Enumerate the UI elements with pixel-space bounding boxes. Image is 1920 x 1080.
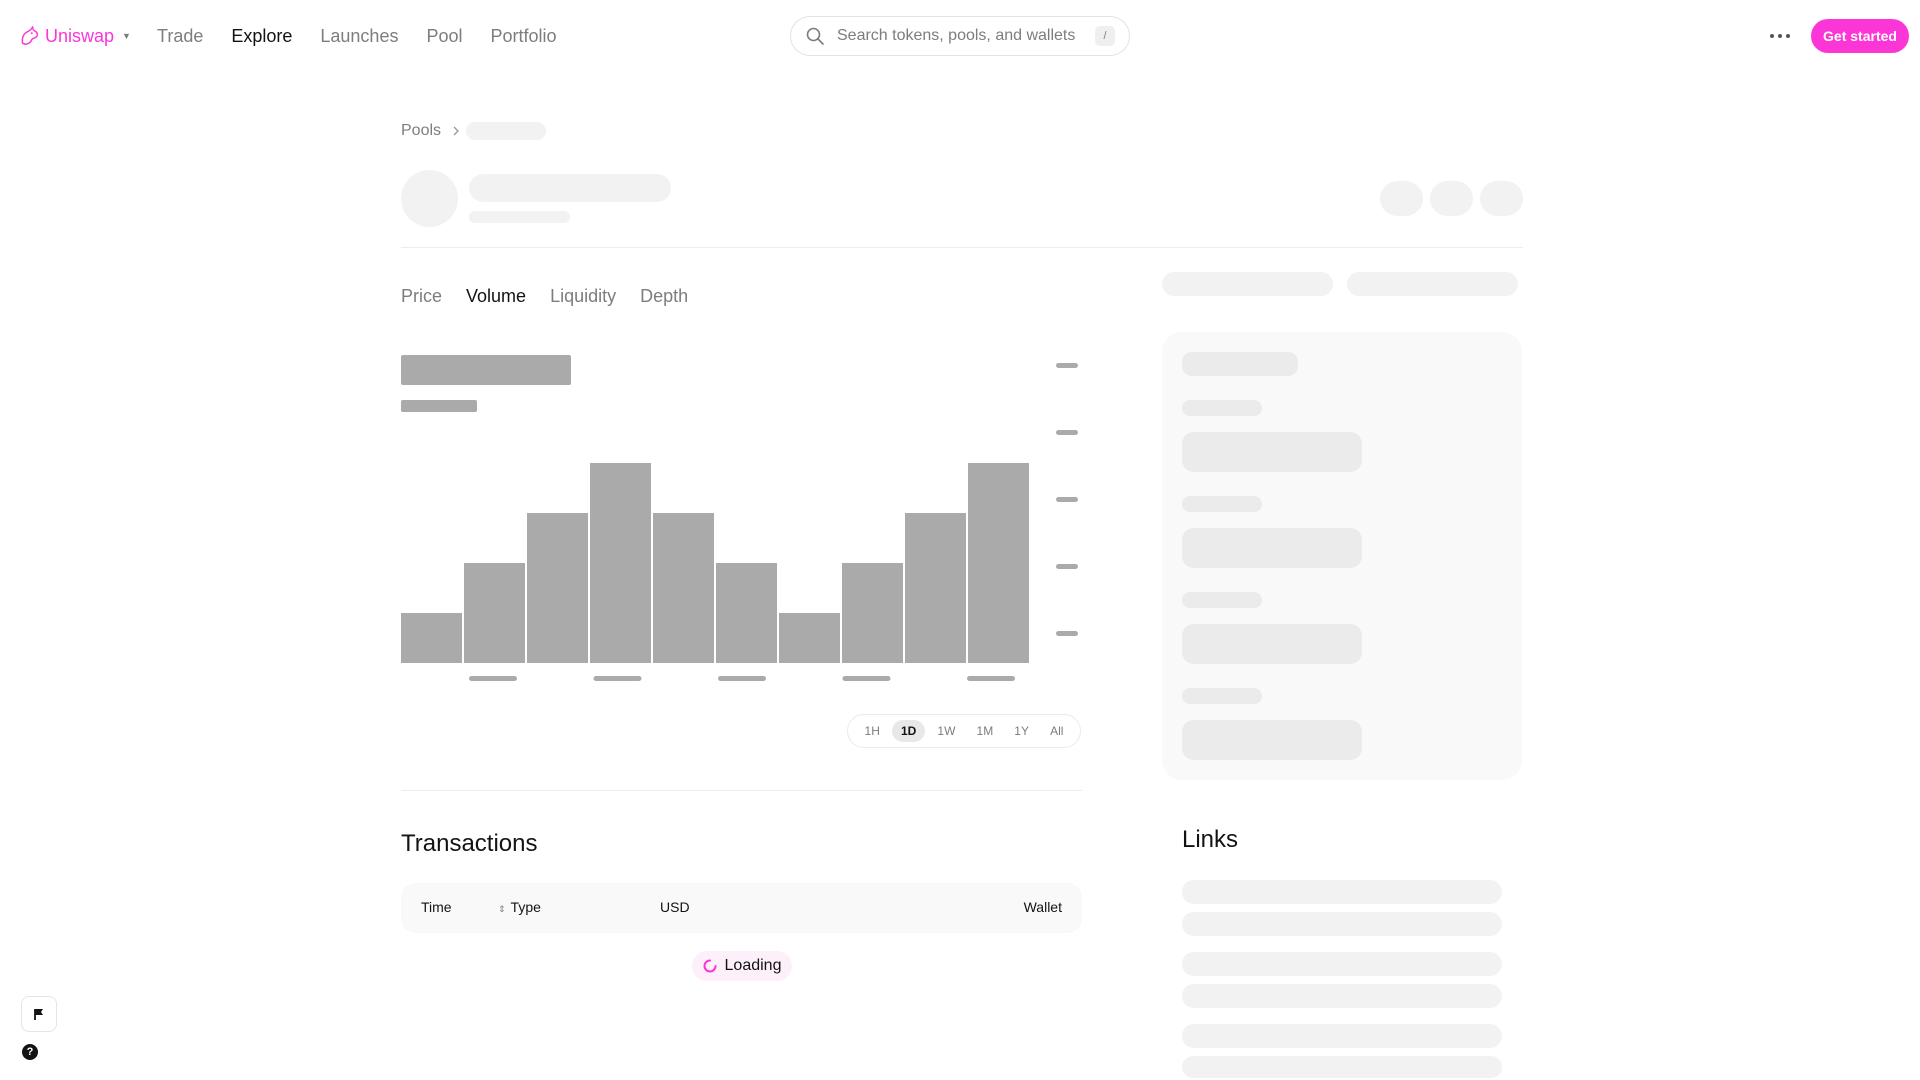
help-button[interactable]: ? (22, 1044, 38, 1060)
time-range-selector: 1H 1D 1W 1M 1Y All (847, 714, 1081, 748)
feature-flag-button[interactable] (21, 996, 57, 1032)
y-tick-skeleton (1056, 363, 1078, 368)
stats-title-skeleton (1182, 352, 1298, 376)
y-tick-skeleton (1056, 631, 1078, 636)
x-tick-skeleton (842, 676, 891, 681)
header-action-skeleton-3[interactable] (1480, 181, 1523, 216)
x-tick-skeleton (967, 676, 1015, 681)
header-action-skeleton-2[interactable] (1430, 181, 1473, 216)
tab-price[interactable]: Price (401, 286, 442, 307)
chart-bar (779, 613, 840, 663)
link-row-skeleton[interactable] (1182, 912, 1502, 936)
column-wallet[interactable]: Wallet (1024, 899, 1062, 915)
pool-name-skeleton (469, 174, 671, 202)
pool-stats-card (1162, 332, 1522, 780)
nav-launches[interactable]: Launches (320, 26, 398, 47)
stat-value-skeleton (1182, 624, 1362, 664)
header-action-skeleton-1[interactable] (1380, 181, 1423, 216)
chart-date-skeleton (401, 400, 477, 412)
breadcrumb-pools-link[interactable]: Pools (401, 122, 441, 140)
brand-name: Uniswap (45, 25, 115, 46)
link-row-skeleton[interactable] (1182, 880, 1502, 904)
column-type-label: Type (510, 899, 541, 915)
pool-subtitle-skeleton (469, 211, 570, 223)
nav-portfolio[interactable]: Portfolio (491, 26, 557, 47)
range-1y[interactable]: 1Y (1005, 720, 1038, 742)
header-divider (401, 247, 1523, 248)
ellipsis-icon (1770, 34, 1790, 38)
chart-bar (716, 563, 777, 663)
chart-bar (842, 563, 903, 663)
breadcrumb: Pools (401, 120, 471, 142)
breadcrumb-pool-skeleton (466, 122, 546, 140)
range-1h[interactable]: 1H (856, 720, 889, 742)
sort-icon: ⇕ (498, 904, 506, 914)
tab-depth[interactable]: Depth (640, 286, 688, 307)
volume-chart (401, 355, 1078, 681)
chart-bar (905, 513, 966, 663)
uniswap-unicorn-icon (21, 26, 39, 45)
stat-label-skeleton (1182, 400, 1262, 416)
stat-label-skeleton (1182, 688, 1262, 704)
token-pill-skeleton-2[interactable] (1347, 272, 1518, 296)
column-usd[interactable]: USD (660, 899, 690, 915)
top-navigation: Uniswap ▼ Trade Explore Launches Pool Po… (0, 0, 1920, 72)
search-icon (806, 27, 824, 45)
chart-value-skeleton (401, 355, 571, 385)
nav-trade[interactable]: Trade (157, 26, 203, 47)
nav-pool[interactable]: Pool (426, 26, 462, 47)
chart-bar (590, 463, 651, 663)
transactions-table-header: Time ⇕ Type USD Wallet (401, 883, 1082, 933)
chevron-down-icon: ▼ (122, 31, 131, 41)
chart-bar (401, 613, 462, 663)
range-1w[interactable]: 1W (928, 720, 964, 742)
tab-liquidity[interactable]: Liquidity (550, 286, 616, 307)
chart-tabs: Price Volume Liquidity Depth (401, 283, 712, 309)
y-tick-skeleton (1056, 430, 1078, 435)
more-options-button[interactable] (1764, 20, 1796, 52)
chart-divider (401, 790, 1082, 791)
chart-bar (527, 513, 588, 663)
stat-value-skeleton (1182, 720, 1362, 760)
links-title: Links (1182, 826, 1239, 853)
link-row-skeleton[interactable] (1182, 984, 1502, 1008)
search-input[interactable]: Search tokens, pools, and wallets / (790, 16, 1130, 56)
link-row-skeleton[interactable] (1182, 1056, 1502, 1078)
link-row-skeleton[interactable] (1182, 952, 1502, 976)
search-placeholder: Search tokens, pools, and wallets (837, 27, 1076, 44)
stat-value-skeleton (1182, 432, 1362, 472)
range-all[interactable]: All (1041, 720, 1072, 742)
pool-logo-skeleton (401, 170, 458, 227)
flag-icon (34, 1009, 43, 1020)
nav-explore[interactable]: Explore (231, 26, 292, 47)
x-tick-skeleton (718, 676, 766, 681)
search-shortcut-key: / (1095, 26, 1115, 46)
link-row-skeleton[interactable] (1182, 1024, 1502, 1048)
stat-label-skeleton (1182, 592, 1262, 608)
tab-volume[interactable]: Volume (466, 286, 526, 307)
y-tick-skeleton (1056, 497, 1078, 502)
get-started-button[interactable]: Get started (1811, 19, 1909, 53)
pool-details-page: Uniswap ▼ Trade Explore Launches Pool Po… (0, 0, 1920, 1080)
transactions-title: Transactions (401, 830, 538, 857)
primary-nav: Trade Explore Launches Pool Portfolio (157, 22, 585, 50)
chart-bar (653, 513, 714, 663)
range-1d[interactable]: 1D (891, 720, 926, 742)
range-1m[interactable]: 1M (968, 720, 1003, 742)
spinner-icon (703, 959, 717, 973)
brand-menu[interactable]: Uniswap ▼ (18, 22, 131, 50)
token-pill-skeleton-1[interactable] (1162, 272, 1333, 296)
chevron-right-icon (453, 126, 460, 136)
loading-label: Loading (724, 957, 782, 974)
y-tick-skeleton (1056, 564, 1078, 569)
loading-indicator: Loading (692, 951, 792, 981)
stat-label-skeleton (1182, 496, 1262, 512)
column-type-sort[interactable]: ⇕ Type (498, 899, 541, 915)
chart-bar (968, 463, 1029, 663)
x-tick-skeleton (593, 676, 642, 681)
stat-value-skeleton (1182, 528, 1362, 568)
chart-bar (464, 563, 525, 663)
x-tick-skeleton (469, 676, 517, 681)
column-time[interactable]: Time (421, 899, 452, 915)
